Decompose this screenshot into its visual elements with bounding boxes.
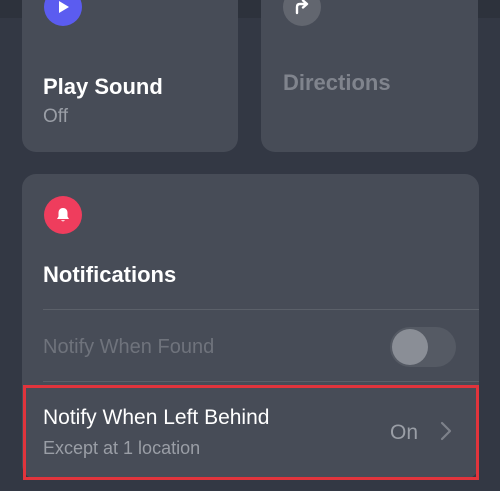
toggle-knob [392,329,428,365]
divider [43,309,479,310]
play-sound-card[interactable]: Play Sound Off [22,0,238,152]
notify-when-found-label: Notify When Found [43,336,215,358]
notify-when-found-toggle[interactable] [390,327,456,367]
notifications-title: Notifications [43,262,177,287]
notifications-card: Notifications Notify When Found Notify W… [22,174,479,479]
directions-card[interactable]: Directions [261,0,478,152]
divider [43,381,479,382]
directions-arrow-icon [283,0,321,26]
notify-when-left-behind-value: On [390,421,419,444]
play-sound-status: Off [43,106,68,127]
chevron-right-icon [440,421,452,441]
notify-when-left-behind-row[interactable]: Notify When Left Behind Except at 1 loca… [22,384,479,479]
notify-when-left-behind-detail: Except at 1 location [43,438,201,458]
play-icon [44,0,82,26]
notify-when-left-behind-label: Notify When Left Behind [43,406,270,429]
play-sound-title: Play Sound [43,74,163,99]
bell-icon [44,196,82,234]
directions-title: Directions [283,70,391,95]
